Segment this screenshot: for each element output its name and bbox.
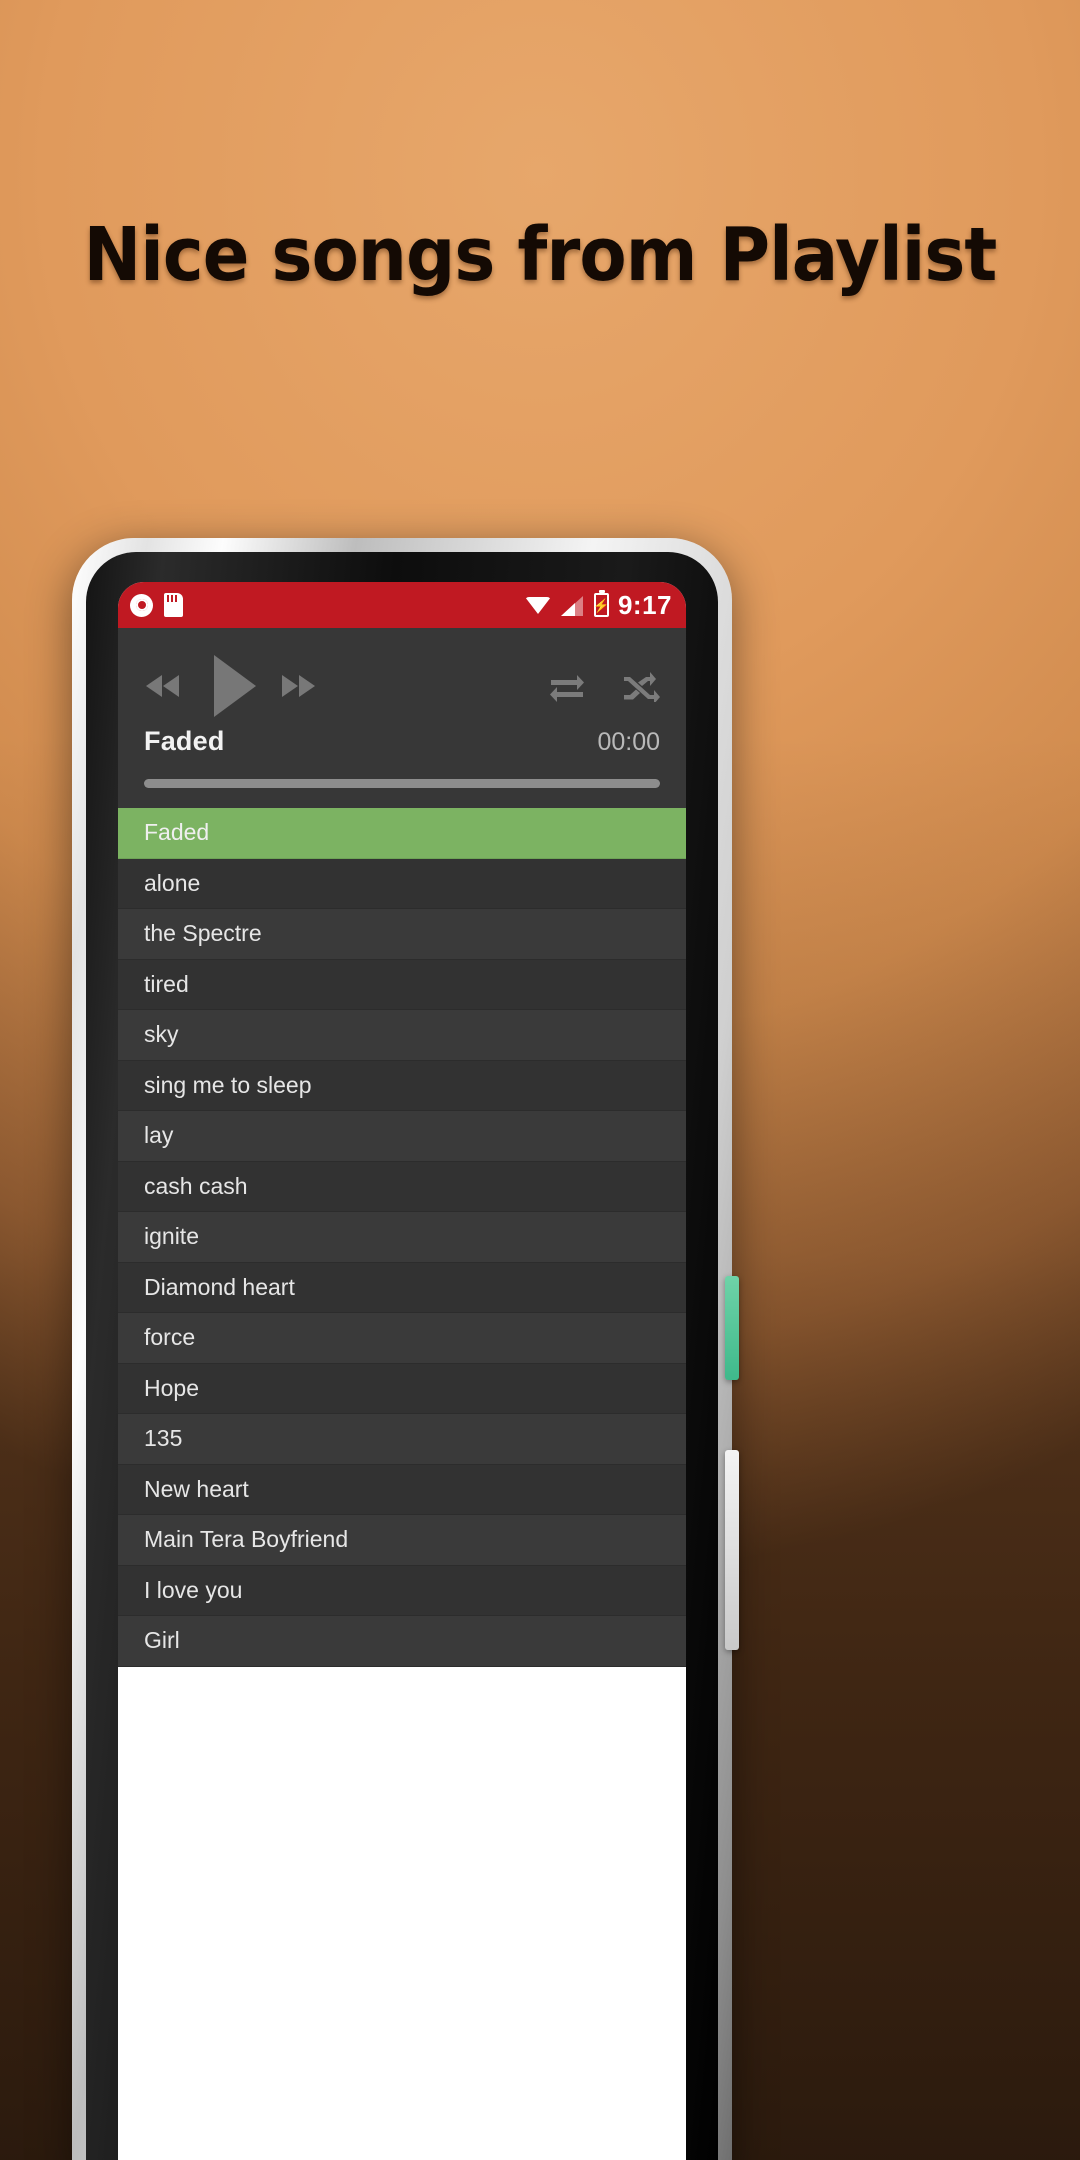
- status-bar-clock: 9:17: [617, 589, 672, 620]
- previous-track-button[interactable]: [144, 669, 192, 703]
- play-button[interactable]: [208, 655, 264, 717]
- sd-card-icon: [164, 593, 183, 617]
- song-title: Diamond heart: [144, 1273, 295, 1300]
- battery-bolt-glyph: ⚡: [593, 597, 610, 613]
- song-title: tired: [144, 970, 189, 997]
- phone-bezel: ⚡ 9:17 Faded 00:00 Faded alone the Spect…: [86, 552, 718, 2160]
- song-list-item[interactable]: I love you: [118, 1565, 686, 1616]
- status-bar-right: ⚡ 9:17: [524, 589, 672, 621]
- shuffle-icon[interactable]: [622, 670, 660, 702]
- page-title: Nice songs from Playlist: [83, 212, 998, 298]
- song-title: cash cash: [144, 1172, 248, 1199]
- now-playing-title: Faded: [144, 726, 225, 756]
- song-list-item[interactable]: cash cash: [118, 1161, 686, 1212]
- record-icon: [130, 593, 153, 617]
- seek-bar[interactable]: [144, 779, 660, 788]
- now-playing-elapsed: 00:00: [597, 728, 660, 756]
- song-list-item[interactable]: 135: [118, 1414, 686, 1465]
- repeat-icon[interactable]: [548, 670, 586, 702]
- next-track-button[interactable]: [280, 669, 328, 703]
- song-list-item[interactable]: Hope: [118, 1363, 686, 1414]
- song-list-item[interactable]: Faded: [118, 808, 686, 859]
- song-title: lay: [144, 1122, 174, 1149]
- song-list-item[interactable]: New heart: [118, 1464, 686, 1515]
- player-panel: Faded 00:00: [118, 628, 686, 808]
- song-list-item[interactable]: alone: [118, 858, 686, 909]
- song-title: New heart: [144, 1475, 249, 1502]
- status-bar-left: [130, 593, 183, 617]
- song-list-item[interactable]: Girl: [118, 1616, 686, 1667]
- song-list-item[interactable]: Main Tera Boyfriend: [118, 1515, 686, 1566]
- song-list-item[interactable]: the Spectre: [118, 909, 686, 960]
- song-title: sky: [144, 1021, 179, 1048]
- status-bar: ⚡ 9:17: [118, 582, 686, 628]
- song-title: I love you: [144, 1576, 243, 1603]
- song-title: ignite: [144, 1223, 199, 1250]
- phone-mockup: ⚡ 9:17 Faded 00:00 Faded alone the Spect…: [72, 538, 739, 2160]
- song-list-item[interactable]: sing me to sleep: [118, 1060, 686, 1111]
- song-title: sing me to sleep: [144, 1071, 312, 1098]
- song-title: Main Tera Boyfriend: [144, 1526, 349, 1553]
- battery-charging-icon: ⚡: [593, 590, 610, 617]
- song-title: Hope: [144, 1374, 199, 1401]
- phone-screen: ⚡ 9:17 Faded 00:00 Faded alone the Spect…: [118, 582, 686, 2160]
- wifi-icon: [524, 595, 552, 615]
- song-list-item[interactable]: ignite: [118, 1212, 686, 1263]
- song-list-item[interactable]: sky: [118, 1010, 686, 1061]
- song-list[interactable]: Faded alone the Spectre tired sky sing me to …: [118, 808, 686, 1667]
- signal-icon: [560, 595, 585, 616]
- song-title: the Spectre: [144, 920, 262, 947]
- player-modes: [548, 670, 660, 702]
- song-title: Girl: [144, 1627, 180, 1654]
- song-title: Faded: [144, 819, 210, 846]
- power-button[interactable]: [725, 1450, 739, 1650]
- song-title: force: [144, 1324, 196, 1351]
- song-list-item[interactable]: force: [118, 1313, 686, 1364]
- song-list-item[interactable]: tired: [118, 959, 686, 1010]
- now-playing-row: Faded 00:00: [144, 726, 660, 757]
- volume-button[interactable]: [725, 1276, 739, 1380]
- song-list-item[interactable]: lay: [118, 1111, 686, 1162]
- song-list-item[interactable]: Diamond heart: [118, 1262, 686, 1313]
- song-title: 135: [144, 1425, 183, 1452]
- player-controls-row: [144, 650, 660, 722]
- song-title: alone: [144, 869, 201, 896]
